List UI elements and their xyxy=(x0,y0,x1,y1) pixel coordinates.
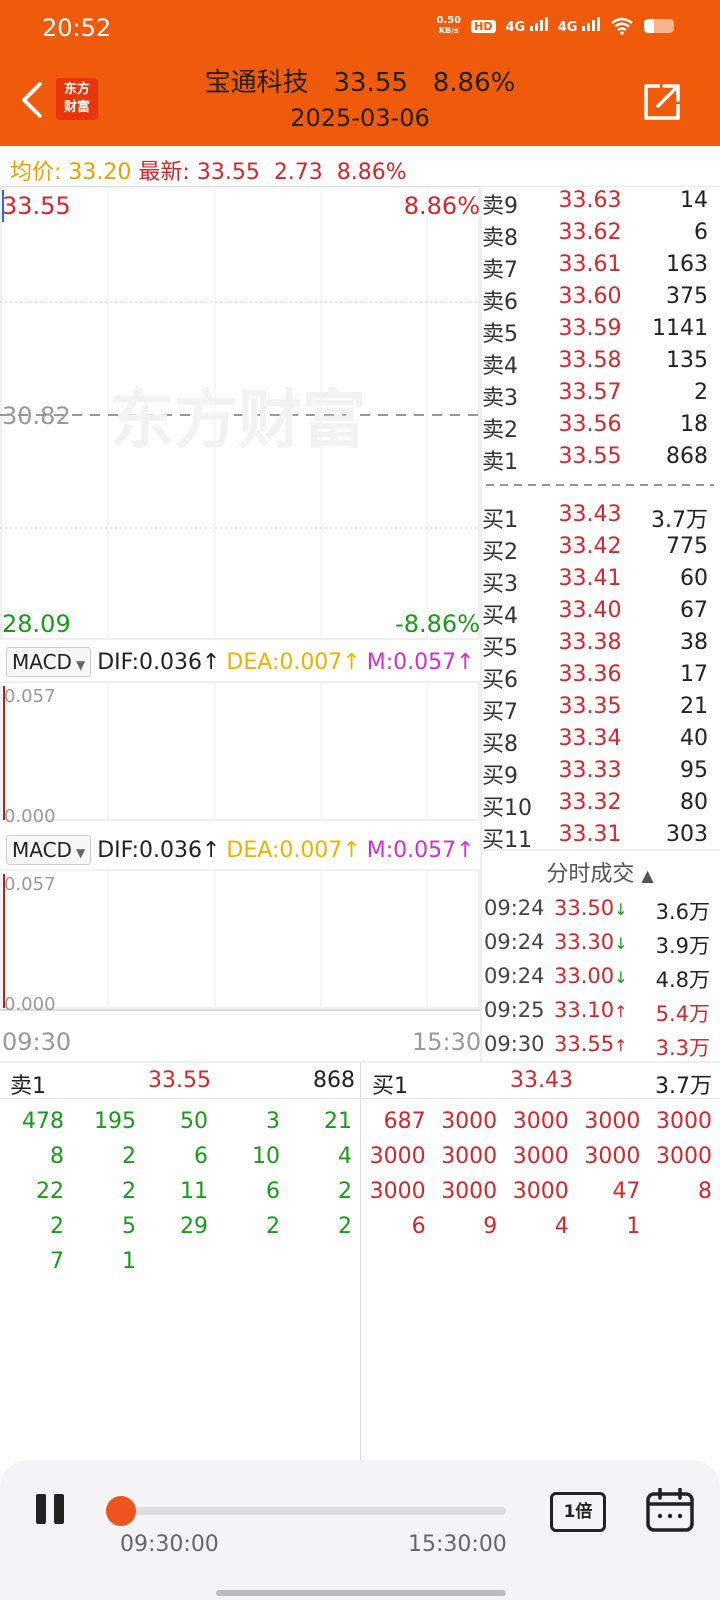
price-info-line: 均价: 33.20 最新: 33.55 2.73 8.86% xyxy=(10,160,407,185)
arrow-down-icon: ↓ xyxy=(614,934,628,953)
macd-selector[interactable]: MACD ▼ xyxy=(6,647,92,677)
ask-row: 卖4 33.58 135 xyxy=(482,348,708,379)
caret-down-icon: ▼ xyxy=(75,846,86,860)
trades-toggle[interactable]: 分时成交 ▲ xyxy=(482,856,718,888)
pct-low-label: -8.86% xyxy=(395,610,480,638)
bid-row: 买1 33.43 3.7万 xyxy=(482,502,708,533)
bid-row: 买8 33.34 40 xyxy=(482,726,708,757)
trade-row: 09:24 33.00↓ 4.8万 xyxy=(484,964,710,992)
stock-title: 宝通科技 33.55 8.86% xyxy=(204,68,516,98)
bid-row: 买2 33.42 775 xyxy=(482,534,708,565)
speed-button[interactable]: 1倍 xyxy=(550,1492,606,1532)
sell-queue-header: 卖1 33.55 868 xyxy=(10,1068,355,1099)
calendar-button[interactable] xyxy=(646,1487,694,1532)
trade-row: 09:30 33.55↑ 3.3万 xyxy=(484,1032,710,1060)
ask-row: 卖7 33.61 163 xyxy=(482,252,708,283)
calendar-icon xyxy=(646,1487,694,1532)
arrow-down-icon: ↓ xyxy=(614,968,628,987)
caret-down-icon: ▼ xyxy=(75,658,86,672)
home-indicator[interactable] xyxy=(216,1590,506,1596)
stock-date: 2025-03-06 xyxy=(290,104,430,132)
watermark: 东方财富 xyxy=(110,384,366,458)
bid-book: 买1 33.43 3.7万 买2 33.42 775 买3 33.41 60 买4 33.40… xyxy=(482,502,714,853)
ask-row: 卖6 33.60 375 xyxy=(482,284,708,315)
share-button[interactable] xyxy=(640,80,684,124)
status-time: 20:52 xyxy=(42,14,112,42)
macd-header-1: MACD ▼ DIF:0.036 ↑ DEA:0.007 ↑ M:0.057 ↑ xyxy=(0,644,480,680)
status-icons: 0.50 KB/s HD 4G 4G xyxy=(436,16,674,36)
bid-row: 买10 33.32 80 xyxy=(482,790,708,821)
battery-icon xyxy=(644,19,674,33)
replay-player-bar xyxy=(0,1460,720,1600)
time-end-label: 15:30 xyxy=(412,1028,482,1056)
wifi-icon xyxy=(611,17,633,35)
ask-row: 卖2 33.56 18 xyxy=(482,412,708,443)
signal-2: 4G xyxy=(558,17,600,35)
signal-1: 4G xyxy=(506,17,548,35)
share-external-icon xyxy=(644,84,680,120)
time-start-label: 09:30 xyxy=(2,1028,72,1056)
price-low-label: 28.09 xyxy=(2,610,71,638)
bid-row: 买6 33.36 17 xyxy=(482,662,708,693)
bid-row: 买11 33.31 303 xyxy=(482,822,708,853)
progress-track[interactable] xyxy=(120,1507,506,1515)
ask-row: 卖1 33.55 868 xyxy=(482,444,708,475)
hd-badge: HD xyxy=(471,19,496,33)
signal-icon xyxy=(582,17,600,31)
caret-up-icon: ▲ xyxy=(641,866,654,885)
queue-divider xyxy=(360,1062,361,1460)
price-high-label: 33.55 xyxy=(2,192,71,220)
bid-row: 买7 33.35 21 xyxy=(482,694,708,725)
trade-row: 09:24 33.50↓ 3.6万 xyxy=(484,896,710,924)
signal-icon xyxy=(529,17,548,31)
arrow-up-icon: ↑ xyxy=(614,1036,628,1055)
macd-selector[interactable]: MACD ▼ xyxy=(6,835,92,865)
bid-row: 买9 33.33 95 xyxy=(482,758,708,789)
bid-row: 买4 33.40 67 xyxy=(482,598,708,629)
pct-high-label: 8.86% xyxy=(403,192,480,220)
ask-row: 卖8 33.62 6 xyxy=(482,220,708,251)
bid-row: 买5 33.38 38 xyxy=(482,630,708,661)
replay-end-time: 15:30:00 xyxy=(408,1532,507,1557)
macd-header-2: MACD ▼ DIF:0.036 ↑ DEA:0.007 ↑ M:0.057 ↑ xyxy=(0,832,480,868)
ask-row: 卖3 33.57 2 xyxy=(482,380,708,411)
buy-queue-header: 买1 33.43 3.7万 xyxy=(372,1068,712,1099)
macd2-high: 0.057 xyxy=(4,874,56,895)
sell-queue: 478 195 50 3 21 8 2 6 10 4 22 2 11 6 2 2 5 29 2 2 71 xyxy=(22,1109,352,1274)
trade-row: 09:25 33.10↑ 5.4万 xyxy=(484,998,710,1026)
macd1-high: 0.057 xyxy=(4,686,56,707)
arrow-down-icon: ↓ xyxy=(614,900,628,919)
trade-row: 09:24 33.30↓ 3.9万 xyxy=(484,930,710,958)
bid-row: 买3 33.41 60 xyxy=(482,566,708,597)
net-speed: 0.50 KB/s xyxy=(436,15,462,36)
buy-queue: 687 3000 3000 3000 3000 3000 3000 3000 3000 3000… xyxy=(369,1109,712,1239)
arrow-up-icon: ↑ xyxy=(614,1002,628,1021)
price-mid-label: 30.82 xyxy=(2,402,71,430)
replay-start-time: 09:30:00 xyxy=(120,1532,219,1557)
pause-button[interactable] xyxy=(34,1494,68,1526)
progress-thumb[interactable] xyxy=(106,1496,136,1526)
macd1-low: 0.000 xyxy=(4,806,56,827)
macd2-low: 0.000 xyxy=(4,994,56,1015)
ask-row: 卖9 33.63 14 xyxy=(482,188,708,219)
ask-row: 卖5 33.59 1141 xyxy=(482,316,708,347)
